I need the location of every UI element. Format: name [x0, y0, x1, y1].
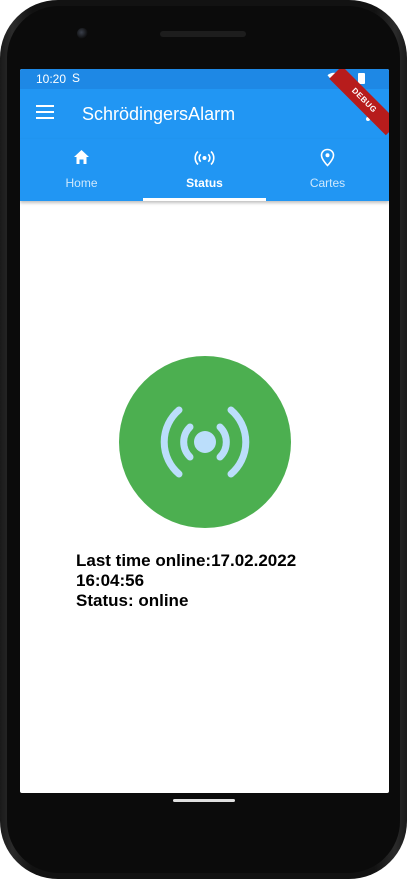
active-tab-indicator	[143, 198, 266, 201]
earpiece-speaker	[160, 31, 246, 37]
status-time: 10:20	[36, 72, 67, 86]
app-screen: 10:20 S SchrödingersAlarm Home Status Ca…	[20, 69, 389, 793]
last-online-text: Last time online:17.02.2022	[76, 551, 297, 570]
sim-card-icon: S	[72, 71, 81, 85]
gesture-nav-handle[interactable]	[173, 799, 235, 802]
map-pin-icon	[320, 148, 335, 167]
home-icon	[74, 150, 89, 164]
phone-frame: 10:20 S SchrödingersAlarm Home Status Ca…	[0, 0, 407, 879]
tab-label-cartes: Cartes	[309, 176, 346, 190]
tab-home[interactable]: Home	[20, 139, 143, 201]
last-online-time: 16:04:56	[76, 571, 145, 590]
online-status-indicator	[119, 356, 291, 528]
status-info: Last time online:17.02.2022 16:04:56 Sta…	[76, 551, 376, 611]
tab-cartes[interactable]: Cartes	[266, 139, 389, 201]
tab-label-status: Status	[186, 176, 223, 190]
app-title: SchrödingersAlarm	[82, 104, 236, 124]
front-camera	[77, 28, 88, 39]
app-bar: SchrödingersAlarm	[20, 89, 389, 139]
status-text: Status: online	[76, 591, 189, 610]
tab-label-home: Home	[65, 176, 98, 190]
tab-status[interactable]: Status	[143, 139, 266, 201]
broadcast-signal-icon	[160, 406, 250, 478]
tab-bar: Home Status Cartes	[20, 139, 389, 201]
broadcast-icon	[194, 150, 215, 166]
hamburger-menu-icon[interactable]	[36, 105, 54, 119]
